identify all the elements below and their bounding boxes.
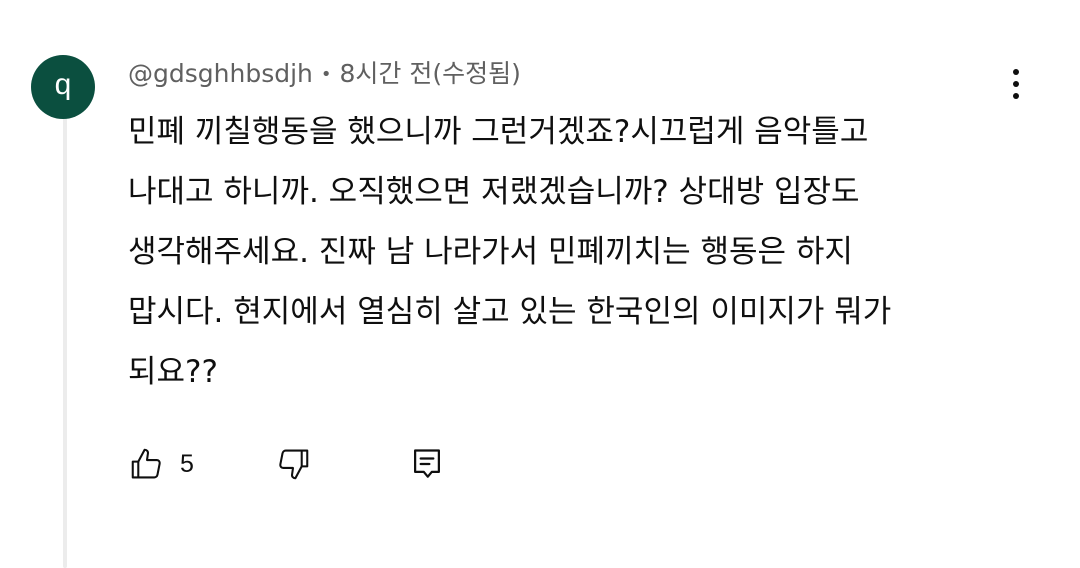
reply-button[interactable] bbox=[408, 440, 446, 488]
avatar[interactable]: q bbox=[31, 55, 95, 119]
comment-line: 생각해주세요. 진짜 남 나라가서 민폐끼치는 행동은 하지 bbox=[128, 234, 853, 270]
comment-header: @gdsghhbsdjh • 8시간 전(수정됨) bbox=[128, 56, 521, 95]
comment-line: 되요?? bbox=[128, 354, 218, 390]
more-vertical-icon-dot bbox=[1013, 93, 1019, 99]
like-count: 5 bbox=[180, 449, 194, 478]
thread-line bbox=[63, 118, 67, 568]
author-name[interactable]: @gdsghhbsdjh bbox=[128, 59, 313, 88]
like-button[interactable]: 5 bbox=[128, 440, 194, 488]
comment-body: 민폐 끼칠행동을 했으니까 그런거겠죠?시끄럽게 음악틀고 나대고 하니까. 오… bbox=[128, 102, 998, 402]
more-vertical-icon-dot bbox=[1013, 81, 1019, 87]
thumbs-down-icon bbox=[279, 449, 309, 480]
reply-comment-icon bbox=[414, 449, 440, 478]
comment-timestamp[interactable]: 8시간 전(수정됨) bbox=[340, 59, 521, 88]
avatar-letter: q bbox=[54, 68, 72, 101]
comment-line: 나대고 하니까. 오직했으면 저랬겠습니까? 상대방 입장도 bbox=[128, 174, 860, 210]
thumbs-up-icon bbox=[131, 448, 161, 479]
meta-separator: • bbox=[320, 64, 332, 85]
more-options-button[interactable] bbox=[1000, 64, 1032, 104]
comment-line: 맙시다. 현지에서 열심히 살고 있는 한국인의 이미지가 뭐가 bbox=[128, 294, 892, 330]
more-vertical-icon bbox=[1013, 69, 1019, 75]
comment-line: 민폐 끼칠행동을 했으니까 그런거겠죠?시끄럽게 음악틀고 bbox=[128, 114, 869, 150]
dislike-button[interactable] bbox=[274, 440, 312, 488]
